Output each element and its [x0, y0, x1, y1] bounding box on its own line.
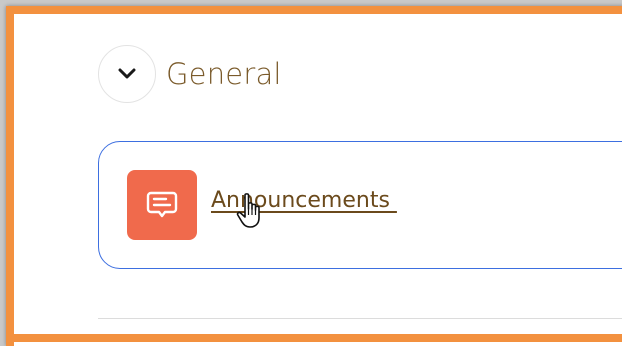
hand-pointer-cursor-icon — [236, 193, 260, 228]
forum-icon[interactable] — [127, 170, 197, 240]
section-divider — [98, 318, 622, 319]
chevron-down-icon — [118, 68, 136, 79]
section-collapse-button[interactable] — [98, 45, 156, 103]
section-header: General — [98, 43, 282, 105]
course-content: General Announcements — [14, 14, 622, 334]
activity-card[interactable]: Announcements — [98, 141, 622, 269]
section-title[interactable]: General — [166, 57, 282, 91]
highlight-frame-bottom — [6, 334, 622, 342]
